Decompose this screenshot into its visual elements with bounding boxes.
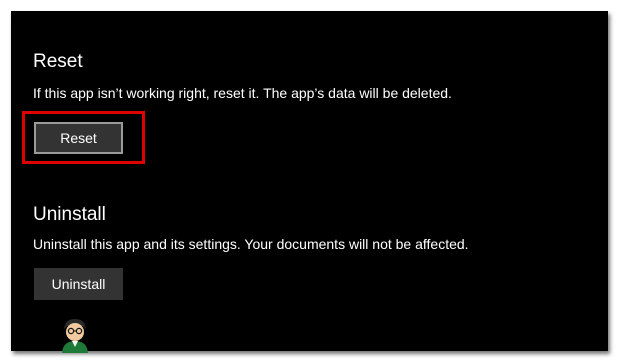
uninstall-button[interactable]: Uninstall [34,268,123,300]
reset-section-description: If this app isn’t working right, reset i… [33,85,452,101]
screenshot-frame: Reset If this app isn’t working right, r… [0,0,619,361]
appuals-mascot-icon [62,319,88,353]
reset-section-title: Reset [33,51,83,72]
settings-panel: Reset If this app isn’t working right, r… [11,11,608,353]
uninstall-section-description: Uninstall this app and its settings. You… [33,236,469,252]
reset-button[interactable]: Reset [34,122,123,154]
uninstall-section-title: Uninstall [33,204,106,225]
